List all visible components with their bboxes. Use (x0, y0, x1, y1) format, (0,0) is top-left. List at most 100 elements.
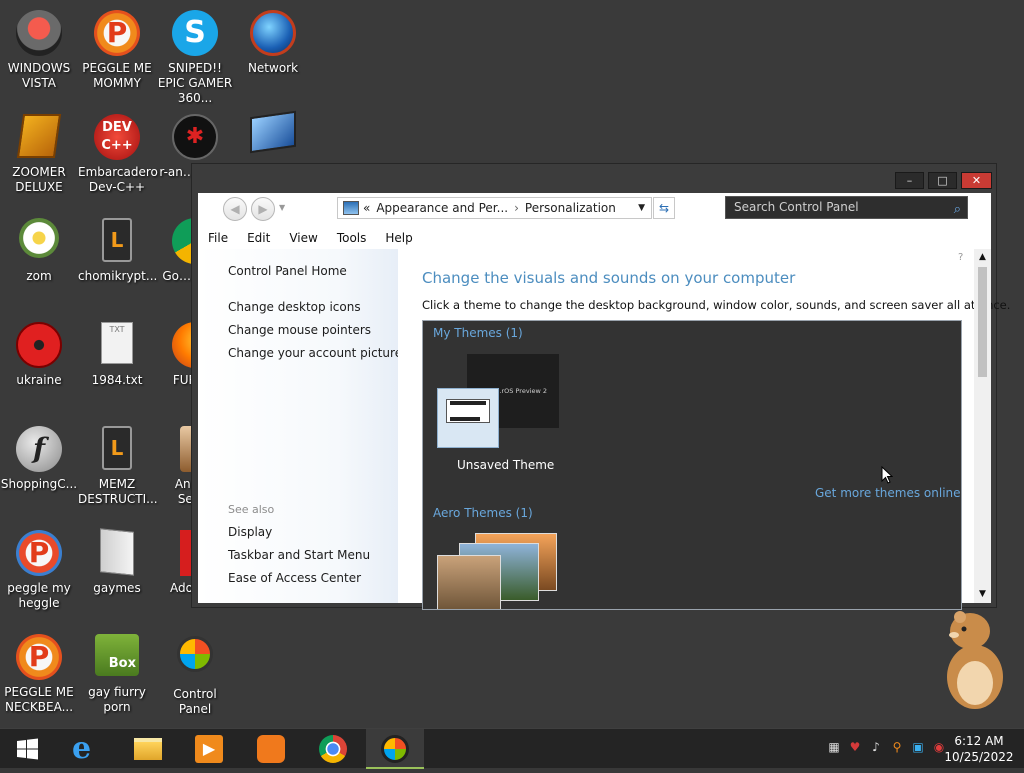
windows-logo-icon (17, 738, 38, 760)
desktop-icon-memz[interactable]: L MEMZ DESTRUCTI... (78, 422, 158, 507)
taskbar-file-explorer[interactable] (119, 729, 177, 769)
minimize-button[interactable]: – (895, 172, 924, 189)
desktop-icon-control-panel[interactable]: Control Panel (156, 630, 234, 717)
taskbar-chrome[interactable] (304, 729, 362, 769)
search-placeholder: Search Control Panel (734, 200, 859, 214)
help-icon[interactable]: ? (958, 252, 963, 263)
address-bar[interactable]: « Appearance and Per... › Personalizatio… (337, 197, 652, 219)
monitor-icon (249, 110, 297, 162)
desktop-icon-peggle-me-neckbea[interactable]: P PEGGLE ME NECKBEA... (0, 630, 78, 715)
aero-themes-group-label[interactable]: Aero Themes (1) (433, 506, 533, 520)
desktop-icon-network[interactable]: Network (234, 6, 312, 76)
chrome-icon (319, 735, 347, 763)
taskbar-start-menu-link[interactable]: Taskbar and Start Menu (228, 548, 370, 562)
scroll-down-button[interactable]: ▼ (974, 586, 991, 603)
desktop-icon-gaymes[interactable]: gaymes (78, 526, 156, 596)
desktop-icon-sniped[interactable]: S SNIPED!! EPIC GAMER 360... (156, 6, 234, 106)
antivirus-tray-icon[interactable]: ♥ (847, 739, 863, 755)
control-panel-icon (381, 735, 409, 763)
menu-file[interactable]: File (198, 227, 237, 249)
unsaved-theme-label[interactable]: Unsaved Theme (457, 458, 554, 472)
file-explorer-icon (134, 738, 162, 760)
theme-list: My Themes (1) …rOS Preview 2 Unsaved The… (422, 320, 962, 610)
desktop-icon-zom[interactable]: zom (0, 214, 78, 284)
change-desktop-icons-link[interactable]: Change desktop icons (228, 300, 361, 314)
menu-edit[interactable]: Edit (237, 227, 279, 249)
text-file-icon: TXT (93, 322, 141, 370)
see-also-label: See also (228, 503, 275, 516)
back-button[interactable]: ◀ (223, 197, 247, 221)
search-input[interactable]: Search Control Panel ⌕ (725, 196, 968, 219)
caption-buttons: – □ ✕ (895, 172, 992, 189)
start-button[interactable] (0, 729, 54, 769)
desktop-icon-ukraine[interactable]: ukraine (0, 318, 78, 388)
breadcrumb-separator[interactable]: › (514, 201, 519, 215)
address-dropdown-icon[interactable]: ▼ (638, 203, 645, 213)
vista-orb-icon (15, 10, 63, 58)
display-link[interactable]: Display (228, 525, 272, 539)
refresh-button[interactable]: ⇆ (653, 197, 675, 219)
page-description: Click a theme to change the desktop back… (422, 298, 1011, 312)
menu-view[interactable]: View (279, 227, 326, 249)
desktop-icon-shoppingc[interactable]: f ShoppingC... (0, 422, 78, 492)
ease-of-access-link[interactable]: Ease of Access Center (228, 571, 361, 585)
change-account-picture-link[interactable]: Change your account picture (228, 346, 402, 360)
aero-theme-thumbnail[interactable] (437, 533, 561, 609)
get-more-themes-link[interactable]: Get more themes online (815, 486, 961, 500)
desktop-icon-peggle-me-mommy[interactable]: P PEGGLE ME MOMMY (78, 6, 156, 91)
control-panel-icon (171, 636, 219, 684)
taskbar-media-player[interactable]: ▶ (180, 729, 238, 769)
desktop-icon-chomikrypt[interactable]: L chomikrypt... (78, 214, 157, 284)
network-tray-icon[interactable]: ▦ (826, 739, 842, 755)
breadcrumb-overflow[interactable]: « (363, 201, 370, 215)
search-icon[interactable]: ⌕ (954, 199, 961, 220)
media-player-icon: ▶ (195, 735, 223, 763)
my-themes-group-label[interactable]: My Themes (1) (433, 326, 523, 340)
display-tray-icon[interactable]: ▣ (910, 739, 926, 755)
spider-icon: ✱ (171, 114, 219, 162)
window-client-area: ◀ ▶ ▼ « Appearance and Per... › Personal… (198, 193, 1010, 610)
navigation-bar: ◀ ▶ ▼ « Appearance and Per... › Personal… (198, 193, 991, 227)
desktop-icon-box[interactable]: Box gay fiurry porn (78, 630, 156, 715)
desktop-icon-monitor[interactable] (234, 110, 312, 165)
taskbar-uc-browser[interactable] (242, 729, 300, 769)
desktop-icon-peggle-my-heggle[interactable]: P peggle my heggle (0, 526, 78, 611)
control-panel-home-link[interactable]: Control Panel Home (228, 264, 347, 278)
desktop-icon-1984-txt[interactable]: TXT 1984.txt (78, 318, 156, 388)
speaker-tray-icon[interactable]: ♪ (868, 739, 884, 755)
desktop-icon-windows-vista[interactable]: WINDOWS VISTA (0, 6, 78, 91)
wallpaper-preview-text: …rOS Preview 2 (495, 387, 547, 395)
breadcrumb-appearance[interactable]: Appearance and Per... (376, 201, 508, 215)
forward-button[interactable]: ▶ (251, 197, 275, 221)
menu-tools[interactable]: Tools (327, 227, 376, 249)
unsaved-theme-thumbnail[interactable]: …rOS Preview 2 (437, 354, 561, 452)
clock-time: 6:12 AM (954, 734, 1004, 748)
taskbar-clock[interactable]: 6:12 AM 10/25/2022 (940, 733, 1018, 765)
desktop-icon-zoomer-deluxe[interactable]: ZOOMER DELUXE (0, 110, 78, 195)
search-tray-icon[interactable]: ⚲ (889, 739, 905, 755)
radiation-icon (15, 322, 63, 370)
flower-icon (15, 218, 63, 266)
vertical-scrollbar[interactable]: ▲ ▼ (974, 249, 991, 603)
mouse-cursor (881, 466, 893, 484)
recent-pages-dropdown[interactable]: ▼ (279, 203, 285, 212)
task-pane: Control Panel Home Change desktop icons … (198, 249, 402, 603)
menu-bar: File Edit View Tools Help (198, 227, 991, 249)
scroll-thumb[interactable] (978, 267, 987, 377)
maximize-button[interactable]: □ (928, 172, 957, 189)
scroll-up-button[interactable]: ▲ (974, 249, 991, 266)
taskbar-internet-explorer[interactable]: e (57, 729, 115, 769)
breadcrumb-personalization[interactable]: Personalization (525, 201, 616, 215)
close-button[interactable]: ✕ (961, 172, 992, 189)
menu-help[interactable]: Help (375, 227, 421, 249)
taskbar: e ▶ ▦ ♥ ♪ ⚲ ▣ ◉ 6:12 AM 10/25/2022 (0, 728, 1024, 769)
network-globe-icon (249, 10, 297, 58)
zoomer-icon (15, 114, 63, 162)
page-title: Change the visuals and sounds on your co… (422, 269, 796, 287)
control-panel-window: – □ ✕ ◀ ▶ ▼ « Appearance and Per... › Pe… (191, 163, 1010, 610)
devcpp-icon: DEV C++ (93, 114, 141, 162)
desktop-icon-dev-cpp[interactable]: DEV C++ Embarcadero Dev-C++ (78, 110, 158, 195)
change-mouse-pointers-link[interactable]: Change mouse pointers (228, 323, 371, 337)
taskbar-control-panel[interactable] (366, 729, 424, 769)
clock-app-icon: L (93, 426, 141, 474)
